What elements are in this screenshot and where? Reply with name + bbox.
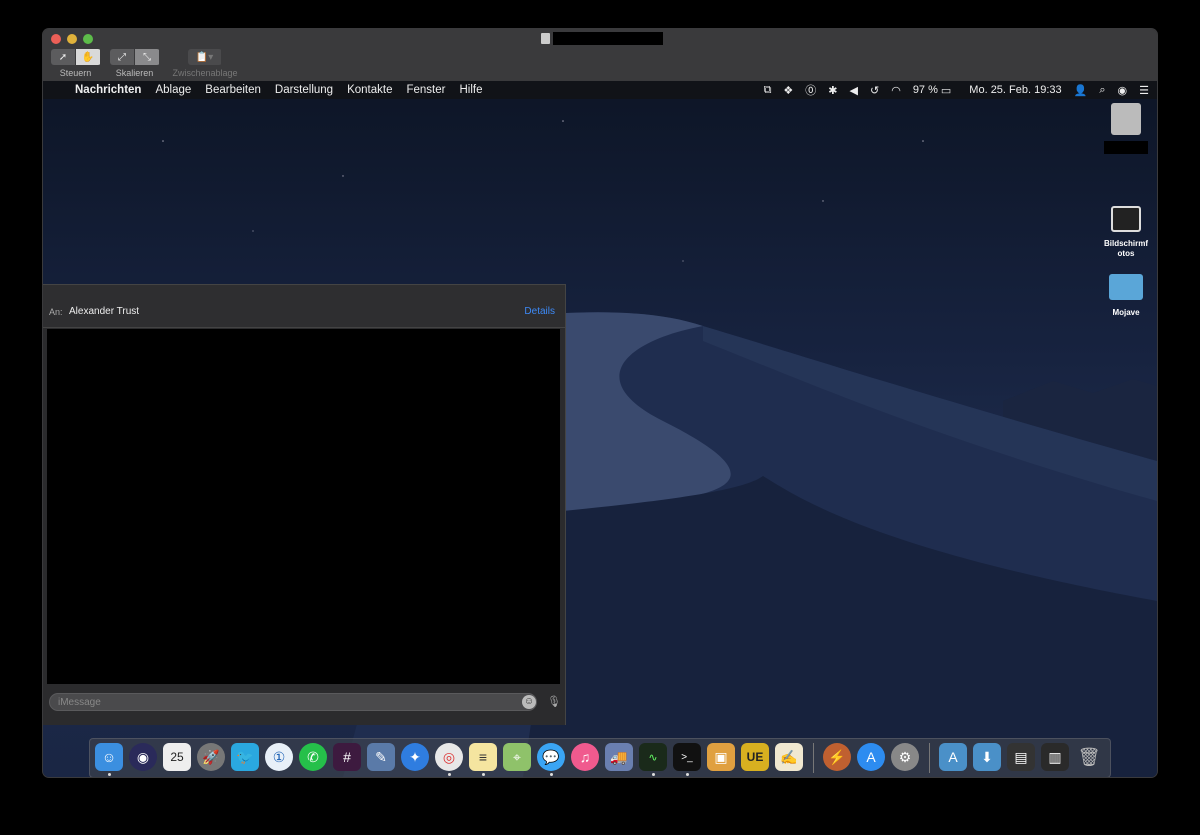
- window-titlebar: ➚ ✋ Steuern ⤢ ⤡ Skalieren 📋▾ Zwischenabl…: [43, 29, 1157, 81]
- menu-hilfe[interactable]: Hilfe: [459, 84, 482, 96]
- battery-icon: ▭: [940, 84, 952, 97]
- desktop-mojave-label: Mojave: [1112, 308, 1140, 317]
- recipient-name[interactable]: Alexander Trust: [69, 306, 139, 317]
- onepassword-icon[interactable]: ⓪: [805, 82, 816, 98]
- wifi-icon[interactable]: ◠: [891, 84, 901, 97]
- siri-icon[interactable]: ◉: [1118, 84, 1128, 97]
- recent-stack-icon[interactable]: ▥: [1041, 743, 1069, 771]
- transmit-icon[interactable]: 🚚: [605, 743, 633, 771]
- running-indicator: [108, 773, 111, 776]
- menu-bearbeiten[interactable]: Bearbeiten: [205, 84, 261, 96]
- desktop-drive[interactable]: [1096, 103, 1156, 154]
- microphone-icon[interactable]: 🎙: [547, 695, 561, 708]
- messages-app-icon[interactable]: 💬: [537, 743, 565, 771]
- display-mirroring-icon[interactable]: ⧉: [764, 84, 772, 97]
- messages-header: An: Alexander Trust Details: [43, 285, 565, 328]
- desktop-bildschirmfotos-label: Bildschirmf otos: [1103, 239, 1148, 258]
- steuern-label: Steuern: [59, 68, 92, 78]
- battery-percentage[interactable]: 97 %: [913, 84, 938, 96]
- chrome-icon[interactable]: ◎: [435, 743, 463, 771]
- folder-icon: [1109, 274, 1143, 300]
- notification-center-icon[interactable]: ☰: [1139, 84, 1149, 97]
- imessage-input[interactable]: iMessage: [49, 693, 537, 711]
- desktop-mojave[interactable]: Mojave: [1096, 274, 1156, 318]
- spotlight-search-icon[interactable]: ⌕: [1099, 84, 1105, 97]
- pointer-icon[interactable]: ➚: [51, 49, 75, 65]
- steuern-segmented-control: ➚ ✋: [51, 49, 101, 65]
- zoom-button[interactable]: [83, 34, 93, 44]
- finder-icon[interactable]: ☺: [95, 743, 123, 771]
- running-indicator: [448, 773, 451, 776]
- calendar-day: 25: [170, 750, 184, 764]
- bluetooth-icon[interactable]: ✱: [828, 84, 837, 97]
- running-indicator: [652, 773, 655, 776]
- safari-icon[interactable]: ✦: [401, 743, 429, 771]
- desktop-drive-label: [1104, 141, 1148, 154]
- ultraedit-icon[interactable]: UE: [741, 743, 769, 771]
- textedit-icon[interactable]: ✍: [775, 743, 803, 771]
- dock: ☺ ◉ 25 🚀 🐦 ① ✆ # ✎ ✦ ◎ ≡ ⌖ 💬 ♫ 🚚 ∿ >_ ▣: [89, 738, 1111, 777]
- menu-fenster[interactable]: Fenster: [406, 84, 445, 96]
- macos-menu-bar: Nachrichten Ablage Bearbeiten Darstellun…: [43, 81, 1157, 99]
- preview-icon[interactable]: ✎: [367, 743, 395, 771]
- dock-separator: [813, 743, 814, 773]
- terminal-icon[interactable]: >_: [673, 743, 701, 771]
- documents-stack-icon[interactable]: ▤: [1007, 743, 1035, 771]
- dock-separator: [929, 743, 930, 773]
- zwischenablage-control: 📋▾: [188, 49, 222, 65]
- menu-clock[interactable]: Mo. 25. Feb. 19:33: [969, 84, 1061, 96]
- notes-icon[interactable]: ≡: [469, 743, 497, 771]
- screenshot-folder-icon: [1111, 206, 1141, 232]
- photo-app-icon[interactable]: ▣: [707, 743, 735, 771]
- calendar-icon[interactable]: 25: [163, 743, 191, 771]
- menu-ablage[interactable]: Ablage: [155, 84, 191, 96]
- shrink-icon[interactable]: ⤡: [135, 49, 159, 65]
- running-indicator: [482, 773, 485, 776]
- siri-app-icon[interactable]: ◉: [129, 743, 157, 771]
- app-store-icon[interactable]: A: [857, 743, 885, 771]
- applications-folder-icon[interactable]: A: [939, 743, 967, 771]
- whatsapp-icon[interactable]: ✆: [299, 743, 327, 771]
- remote-screen[interactable]: Nachrichten Ablage Bearbeiten Darstellun…: [43, 81, 1157, 777]
- user-icon[interactable]: 👤: [1074, 84, 1088, 97]
- emoji-icon[interactable]: ☺: [522, 695, 536, 709]
- onepassword-app-icon[interactable]: ①: [265, 743, 293, 771]
- menu-kontakte[interactable]: Kontakte: [347, 84, 392, 96]
- expand-icon[interactable]: ⤢: [110, 49, 134, 65]
- menu-extras: ⧉ ❖ ⓪ ✱ ◀ ↺ ◠ 97 % ▭ Mo. 25. Feb. 19:33 …: [752, 81, 1149, 99]
- zwischenablage-label: Zwischenablage: [172, 68, 238, 78]
- volume-icon[interactable]: ◀: [850, 84, 858, 97]
- time-machine-icon[interactable]: ↺: [870, 84, 879, 97]
- reeder-icon[interactable]: ⚡: [823, 743, 851, 771]
- conversation-area-redacted: [47, 329, 560, 684]
- desktop-bildschirmfotos[interactable]: Bildschirmf otos: [1096, 206, 1156, 259]
- close-button[interactable]: [51, 34, 61, 44]
- document-icon: [541, 33, 550, 44]
- trash-icon[interactable]: 🗑: [1075, 743, 1103, 771]
- launchpad-icon[interactable]: 🚀: [197, 743, 225, 771]
- downloads-folder-icon[interactable]: ⬇: [973, 743, 1001, 771]
- menu-app-nachrichten[interactable]: Nachrichten: [75, 84, 141, 96]
- to-label: An:: [49, 307, 63, 317]
- system-preferences-icon[interactable]: ⚙: [891, 743, 919, 771]
- dropbox-icon[interactable]: ❖: [783, 84, 793, 97]
- menu-darstellung[interactable]: Darstellung: [275, 84, 333, 96]
- redacted-window-title: [553, 32, 663, 45]
- skalieren-label: Skalieren: [115, 68, 154, 78]
- hand-icon[interactable]: ✋: [76, 49, 100, 65]
- running-indicator: [550, 773, 553, 776]
- screen-sharing-window: ➚ ✋ Steuern ⤢ ⤡ Skalieren 📋▾ Zwischenabl…: [43, 29, 1157, 777]
- hard-drive-icon: [1111, 103, 1141, 135]
- skalieren-segmented-control: ⤢ ⤡: [110, 49, 160, 65]
- itunes-icon[interactable]: ♫: [571, 743, 599, 771]
- slack-icon[interactable]: #: [333, 743, 361, 771]
- minimize-button[interactable]: [67, 34, 77, 44]
- messages-window: An: Alexander Trust Details iMessage ☺ 🎙: [43, 284, 566, 725]
- maps-icon[interactable]: ⌖: [503, 743, 531, 771]
- running-indicator: [686, 773, 689, 776]
- tweetbot-icon[interactable]: 🐦: [231, 743, 259, 771]
- details-link[interactable]: Details: [524, 306, 555, 317]
- activity-monitor-icon[interactable]: ∿: [639, 743, 667, 771]
- clipboard-icon[interactable]: 📋▾: [188, 49, 221, 65]
